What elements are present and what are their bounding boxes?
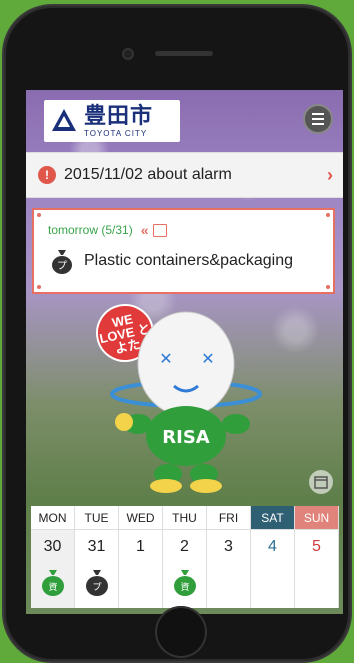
calendar-header: MON TUE WED THU FRI SAT SUN	[31, 506, 339, 530]
date-number: 1	[136, 538, 145, 555]
app-screen: 豊田市 TOYOTA CITY ! 2015/11/02 about alarm…	[26, 90, 343, 614]
mascot-shirt-text: RISA	[162, 427, 210, 448]
calendar-icon	[152, 223, 167, 237]
plastic-bag-icon: プ	[52, 250, 72, 274]
svg-text:✕: ✕	[159, 349, 172, 368]
day-header-sun: SUN	[295, 506, 339, 530]
date-number: 30	[43, 538, 62, 555]
calendar-day[interactable]: 4	[251, 530, 295, 608]
date-number: 3	[224, 538, 233, 555]
day-header-sat: SAT	[251, 506, 295, 530]
collection-notice[interactable]: tomorrow (5/31) « プ Plastic containers&p…	[32, 208, 335, 294]
double-chevron-left-icon: «	[140, 222, 149, 238]
svg-text:資: 資	[180, 581, 189, 593]
week-calendar: MON TUE WED THU FRI SAT SUN 30 資 31 プ 1 …	[31, 506, 339, 608]
svg-text:プ: プ	[92, 582, 101, 593]
svg-text:資: 資	[48, 581, 57, 593]
calendar-dates: 30 資 31 プ 1 2 資 3 4 5	[31, 530, 339, 608]
day-header-thu: THU	[163, 506, 207, 530]
day-header-wed: WED	[119, 506, 163, 530]
alarm-banner[interactable]: ! 2015/11/02 about alarm ›	[26, 152, 343, 198]
date-number: 31	[87, 538, 106, 555]
logo-japanese: 豊田市	[84, 102, 154, 128]
day-header-tue: TUE	[75, 506, 119, 530]
phone-frame: 豊田市 TOYOTA CITY ! 2015/11/02 about alarm…	[4, 6, 350, 661]
resource-bag-icon: 資	[174, 570, 196, 596]
calendar-day[interactable]: 3	[207, 530, 251, 608]
day-header-fri: FRI	[207, 506, 251, 530]
calendar-day[interactable]: 5	[295, 530, 339, 608]
day-header-mon: MON	[31, 506, 75, 530]
calendar-day[interactable]: 30 資	[31, 530, 75, 608]
resource-bag-icon: 資	[42, 570, 64, 596]
city-logo: 豊田市 TOYOTA CITY	[44, 100, 180, 142]
camera	[122, 48, 134, 60]
alarm-text: 2015/11/02 about alarm	[64, 166, 232, 183]
notice-item: Plastic containers&packaging	[84, 252, 294, 269]
menu-button[interactable]	[303, 104, 333, 134]
svg-text:プ: プ	[57, 260, 67, 272]
city-emblem-icon	[52, 109, 76, 131]
plastic-bag-icon: プ	[86, 570, 108, 596]
notice-day: tomorrow (5/31)	[48, 223, 133, 237]
mascot-character: ✕ ✕ RISA	[110, 311, 262, 493]
date-number: 4	[268, 538, 277, 555]
svg-text:✕: ✕	[201, 349, 214, 368]
menu-icon	[312, 113, 324, 115]
calendar-day[interactable]: 1	[119, 530, 163, 608]
calendar-day[interactable]: 2 資	[163, 530, 207, 608]
calendar-button[interactable]	[309, 470, 333, 494]
logo-english: TOYOTA CITY	[84, 128, 148, 138]
calendar-day[interactable]: 31 プ	[75, 530, 119, 608]
chevron-right-icon: ›	[327, 165, 333, 185]
alert-icon: !	[38, 166, 56, 184]
calendar-icon	[314, 476, 328, 489]
home-button[interactable]	[155, 606, 207, 658]
speaker	[155, 51, 213, 56]
date-number: 5	[312, 538, 321, 555]
date-number: 2	[180, 538, 189, 555]
